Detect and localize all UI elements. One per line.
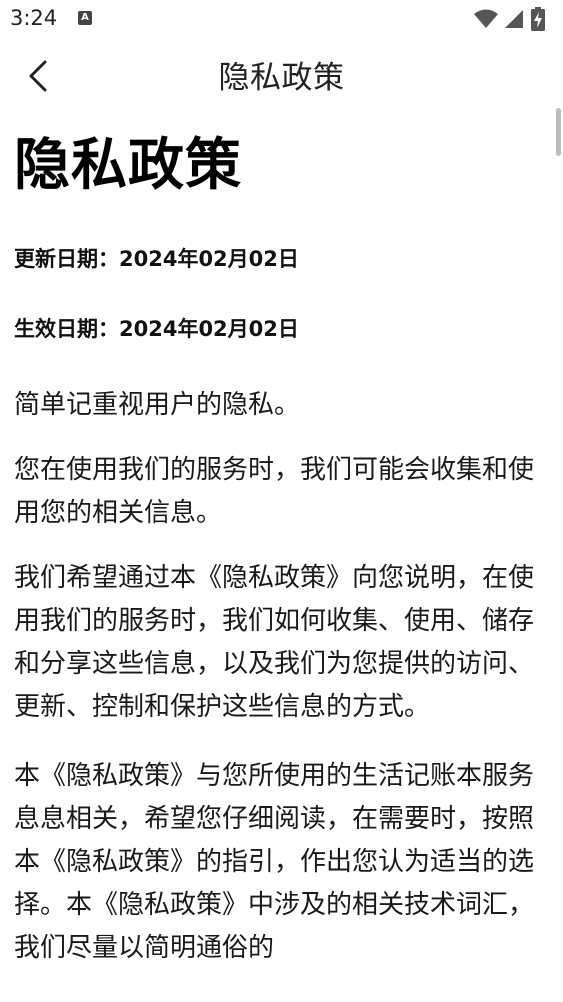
a-app-icon: A — [78, 11, 92, 25]
status-icons — [473, 7, 553, 31]
paragraph: 您在使用我们的服务时，我们可能会收集和使用您的相关信息。 — [14, 455, 535, 528]
app-bar: 隐私政策 — [0, 38, 563, 108]
page-title: 隐私政策 — [14, 133, 242, 198]
scrollbar[interactable] — [556, 108, 561, 156]
paragraph: 我们希望通过本《隐私政策》向您说明，在使用我们的服务时，我们如何收集、使用、储存… — [14, 563, 535, 722]
paragraph: 本《隐私政策》与您所使用的生活记账本服务息息相关，希望您仔细阅读，在需要时，按照… — [14, 761, 535, 963]
wifi-icon — [474, 9, 498, 28]
battery-charging-icon — [531, 7, 545, 31]
paragraph: 简单记重视用户的隐私。 — [14, 390, 301, 420]
signal-icon — [505, 10, 523, 28]
policy-content: 隐私政策 更新日期：2024年02月02日 生效日期：2024年02月02日 简… — [14, 118, 534, 970]
status-bar: 3:24 A — [0, 0, 563, 38]
app-bar-title: 隐私政策 — [218, 60, 345, 96]
updated-date: 更新日期：2024年02月02日 — [14, 247, 299, 271]
status-time: 3:24 — [10, 6, 58, 30]
effective-date: 生效日期：2024年02月02日 — [14, 317, 299, 341]
